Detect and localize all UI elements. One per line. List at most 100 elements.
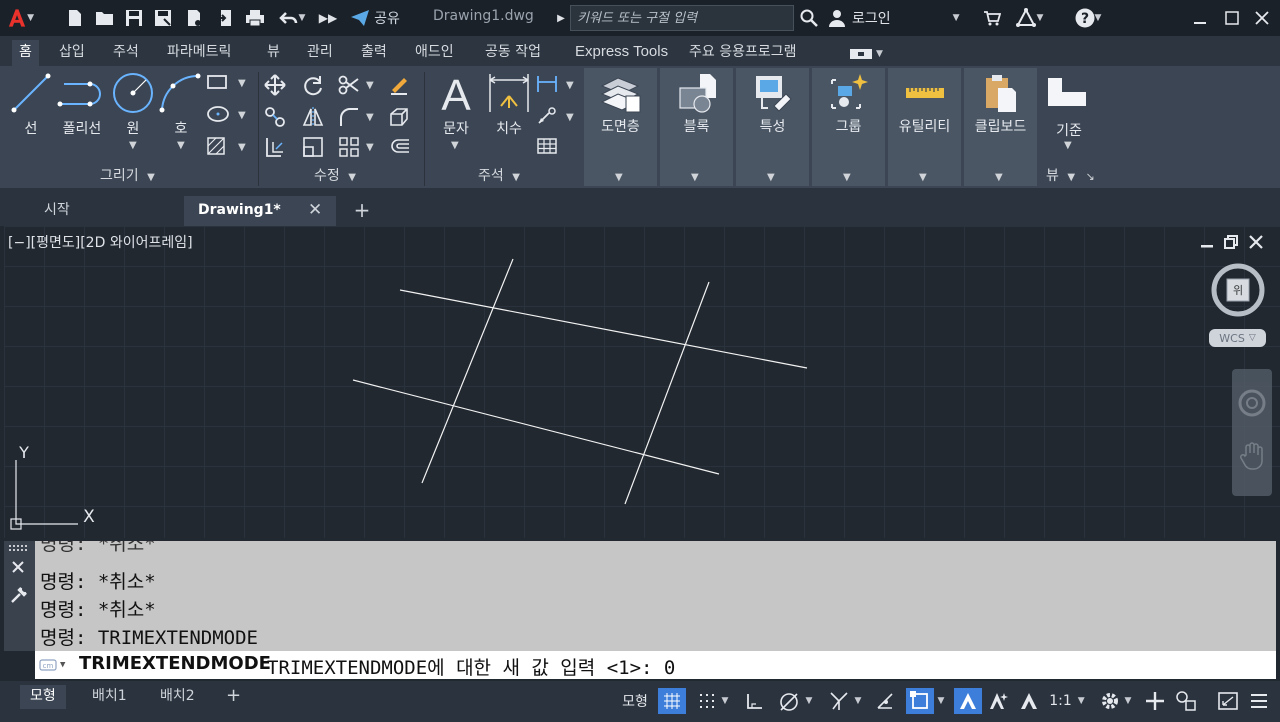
help-button[interactable]: ? ▼ xyxy=(1068,6,1108,30)
annotation-scale-icon[interactable] xyxy=(1016,688,1042,714)
steering-wheel-icon[interactable] xyxy=(1238,389,1266,417)
tab-insert[interactable]: 삽입 xyxy=(52,40,92,66)
arc-dropdown-icon[interactable]: ▼ xyxy=(177,140,185,151)
recent-commands-button[interactable]: cm ▼ xyxy=(39,656,77,674)
drawn-lines[interactable] xyxy=(352,258,808,505)
grip-icon[interactable] xyxy=(9,543,31,553)
close-tab-icon[interactable]: ✕ xyxy=(308,196,322,224)
add-layout-icon[interactable]: + xyxy=(216,685,251,709)
grid-icon[interactable] xyxy=(658,688,686,714)
auto-scale-icon[interactable] xyxy=(986,688,1012,714)
base-view-button[interactable]: 기준 ▼ xyxy=(1042,70,1096,156)
utilities-panel-button[interactable]: 유틸리티 ▼ xyxy=(888,68,961,186)
clipboard-panel-button[interactable]: 클립보드 ▼ xyxy=(964,68,1037,186)
ortho-icon[interactable] xyxy=(742,688,768,714)
command-input[interactable]: cm ▼ TRIMEXTENDMODE TRIMEXTENDMODE에 대한 새… xyxy=(35,651,1276,679)
save-icon[interactable] xyxy=(123,6,145,30)
layers-panel-button[interactable]: 도면층 ▼ xyxy=(584,68,657,186)
minimize-icon[interactable] xyxy=(1188,6,1212,30)
tab-output[interactable]: 출력 xyxy=(354,40,394,66)
dialog-launcher-icon[interactable]: ↘ xyxy=(1086,170,1095,183)
circle-button[interactable]: 원 ▼ xyxy=(110,70,156,156)
tab-express-tools[interactable]: Express Tools xyxy=(568,40,675,66)
file-tab-start[interactable]: 시작 xyxy=(30,196,180,226)
tab-collaborate[interactable]: 공동 작업 xyxy=(478,40,548,66)
plot-icon[interactable] xyxy=(243,6,267,30)
tab-featured-apps[interactable]: 주요 응용프로그램 xyxy=(682,40,804,66)
search-expand-icon[interactable]: ▶ xyxy=(555,6,567,30)
application-menu-button[interactable]: ▼ xyxy=(6,6,34,30)
search-box[interactable] xyxy=(570,5,794,31)
view-panel-title[interactable]: 뷰 ▼ ↘ xyxy=(1046,165,1106,185)
tab-manage[interactable]: 관리 xyxy=(300,40,340,66)
tab-parametric[interactable]: 파라메트릭 xyxy=(160,40,238,66)
leader-button[interactable]: ▼ xyxy=(536,106,576,130)
pan-hand-icon[interactable] xyxy=(1240,441,1266,471)
ribbon-minimize-button[interactable]: ▼ xyxy=(850,47,890,61)
linear-dimension-button[interactable]: ▼ xyxy=(536,74,576,98)
properties-panel-button[interactable]: 특성 ▼ xyxy=(736,68,809,186)
rectangle-button[interactable]: ▼ xyxy=(206,72,252,96)
file-tab-drawing1[interactable]: Drawing1* ✕ xyxy=(184,196,336,226)
fillet-button[interactable]: ▼ xyxy=(338,106,378,130)
viewport-restore-icon[interactable] xyxy=(1223,234,1241,250)
viewport-minimize-icon[interactable] xyxy=(1199,234,1217,250)
search-input[interactable] xyxy=(571,6,793,30)
copy-icon[interactable] xyxy=(264,106,288,130)
drawing-geometry[interactable]: Y X xyxy=(0,226,1280,538)
customization-menu-icon[interactable] xyxy=(1246,688,1272,714)
drawn-line[interactable] xyxy=(421,258,514,484)
maximize-icon[interactable] xyxy=(1220,6,1244,30)
redo-more-icon[interactable]: ▶▶ xyxy=(318,6,338,30)
publish-icon[interactable] xyxy=(183,6,205,30)
drawn-line[interactable] xyxy=(352,379,720,475)
autodesk-app-button[interactable]: ▼ xyxy=(1010,6,1048,30)
workspace-button[interactable]: ▼ xyxy=(1092,688,1138,714)
scale-dropdown[interactable]: 1:1 ▼ xyxy=(1046,688,1088,714)
array-button[interactable]: ▼ xyxy=(338,136,378,160)
scale-icon[interactable] xyxy=(302,136,326,160)
polyline-button[interactable]: 폴리선 xyxy=(56,70,108,140)
share-button[interactable]: 공유 xyxy=(344,6,406,30)
trim-button[interactable]: ▼ xyxy=(338,74,378,98)
draw-panel-title[interactable]: 그리기 ▼ xyxy=(100,165,170,185)
dimension-button[interactable]: 치수 xyxy=(484,70,534,140)
modify-panel-title[interactable]: 수정 ▼ xyxy=(314,165,374,185)
save-as-icon[interactable] xyxy=(152,6,174,30)
command-line-handle[interactable] xyxy=(4,541,35,651)
object-snap-button[interactable]: ▼ xyxy=(902,688,948,714)
circle-dropdown-icon[interactable]: ▼ xyxy=(129,140,137,151)
move-icon[interactable] xyxy=(264,74,288,98)
erase-icon[interactable] xyxy=(388,74,412,98)
close-icon[interactable] xyxy=(1250,6,1274,30)
stretch-icon[interactable] xyxy=(264,136,288,160)
fullscreen-icon[interactable] xyxy=(1214,688,1242,714)
tab-home[interactable]: 홈 xyxy=(12,40,39,66)
layout-tab-layout1[interactable]: 배치1 xyxy=(82,685,137,709)
plus-icon[interactable] xyxy=(1142,688,1168,714)
rotate-icon[interactable] xyxy=(302,74,326,98)
line-button[interactable]: 선 xyxy=(8,70,54,140)
drawn-line[interactable] xyxy=(624,281,710,505)
annotation-visibility-icon[interactable] xyxy=(954,688,982,714)
mirror-icon[interactable] xyxy=(302,106,326,130)
command-close-icon[interactable] xyxy=(11,560,25,574)
offset-icon[interactable] xyxy=(388,136,412,160)
isolate-objects-icon[interactable] xyxy=(1172,688,1200,714)
tab-annotate[interactable]: 주석 xyxy=(106,40,146,66)
object-snap-tracking-icon[interactable] xyxy=(872,688,898,714)
open-icon[interactable] xyxy=(93,6,117,30)
cart-icon[interactable] xyxy=(982,6,1002,30)
wcs-menu[interactable]: WCS ▽ xyxy=(1209,329,1266,347)
navigation-bar[interactable] xyxy=(1232,369,1272,496)
tab-addins[interactable]: 애드인 xyxy=(408,40,461,66)
snap-button[interactable]: ▼ xyxy=(690,688,736,714)
hatch-button[interactable]: ▼ xyxy=(206,136,252,160)
new-icon[interactable] xyxy=(64,6,86,30)
block-panel-button[interactable]: 블록 ▼ xyxy=(660,68,733,186)
export-icon[interactable] xyxy=(214,6,236,30)
table-icon[interactable] xyxy=(536,136,560,160)
explode-icon[interactable] xyxy=(388,106,412,130)
new-tab-icon[interactable]: + xyxy=(350,196,374,224)
drawn-line[interactable] xyxy=(399,289,808,369)
